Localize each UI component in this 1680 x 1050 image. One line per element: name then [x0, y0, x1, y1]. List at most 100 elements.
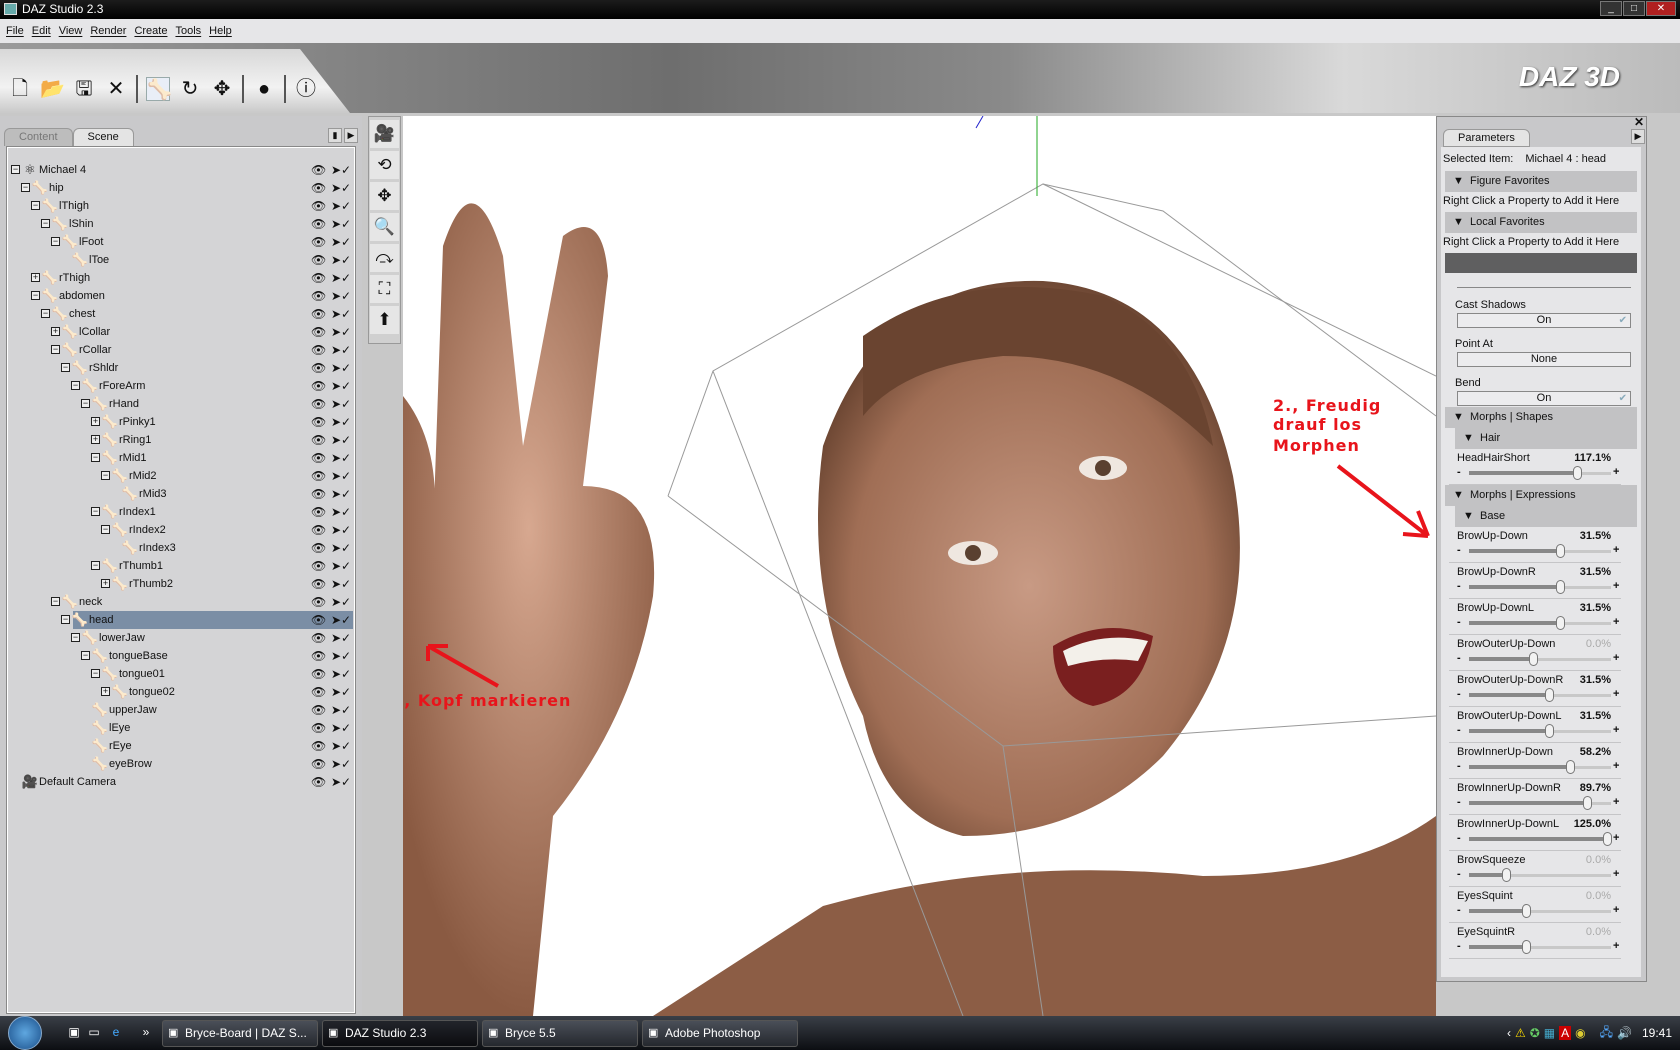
- visibility-eye-icon[interactable]: 👁: [311, 341, 326, 359]
- close-window-button[interactable]: ✕: [1646, 1, 1676, 16]
- decrement-button[interactable]: -: [1457, 760, 1461, 772]
- selectable-cursor-icon[interactable]: ➤✓: [331, 665, 351, 683]
- morph-slider[interactable]: [1469, 544, 1611, 558]
- collapse-icon[interactable]: −: [51, 345, 60, 354]
- volume-icon[interactable]: 🔊: [1617, 1026, 1632, 1040]
- collapse-icon[interactable]: −: [91, 453, 100, 462]
- morph-slider[interactable]: [1469, 796, 1611, 810]
- expand-icon[interactable]: +: [101, 687, 110, 696]
- tree-item-rthumb2[interactable]: + 🦴 rThumb2 👁 ➤✓: [7, 575, 353, 593]
- tree-item-rthumb1[interactable]: − 🦴 rThumb1 👁 ➤✓: [7, 557, 353, 575]
- increment-button[interactable]: +: [1613, 652, 1619, 664]
- morph-slider[interactable]: [1469, 688, 1611, 702]
- selectable-cursor-icon[interactable]: ➤✓: [331, 503, 351, 521]
- increment-button[interactable]: +: [1613, 580, 1619, 592]
- morphs-expressions-header[interactable]: ▼ Morphs | Expressions: [1445, 485, 1637, 506]
- visibility-eye-icon[interactable]: 👁: [311, 287, 326, 305]
- decrement-button[interactable]: -: [1457, 466, 1461, 478]
- close-icon[interactable]: ✕: [104, 77, 128, 101]
- visibility-eye-icon[interactable]: 👁: [311, 395, 326, 413]
- decrement-button[interactable]: -: [1457, 832, 1461, 844]
- selectable-cursor-icon[interactable]: ➤✓: [331, 269, 351, 287]
- visibility-eye-icon[interactable]: 👁: [311, 251, 326, 269]
- orbit-icon[interactable]: ⟲: [370, 151, 399, 179]
- point-at-field[interactable]: None: [1457, 352, 1631, 367]
- start-button[interactable]: [8, 1016, 42, 1050]
- tree-item-rindex3[interactable]: 🦴 rIndex3 👁 ➤✓: [7, 539, 353, 557]
- tree-item-rring1[interactable]: + 🦴 rRing1 👁 ➤✓: [7, 431, 353, 449]
- collapse-icon[interactable]: −: [41, 309, 50, 318]
- visibility-eye-icon[interactable]: 👁: [311, 701, 326, 719]
- tree-item-ltoe[interactable]: 🦴 lToe 👁 ➤✓: [7, 251, 353, 269]
- morph-value[interactable]: 31.5%: [1580, 710, 1611, 722]
- selectable-cursor-icon[interactable]: ➤✓: [331, 683, 351, 701]
- minimize-button[interactable]: _: [1600, 1, 1622, 16]
- more-icon[interactable]: »: [138, 1025, 154, 1041]
- visibility-eye-icon[interactable]: 👁: [311, 431, 326, 449]
- home-icon[interactable]: ⬆: [370, 306, 399, 334]
- menu-view[interactable]: View: [59, 19, 83, 43]
- 3d-viewport[interactable]: 1., Kopf markieren 2., Freudig drauf los…: [403, 116, 1436, 1016]
- morph-value[interactable]: 125.0%: [1574, 818, 1611, 830]
- tree-item-reye[interactable]: 🦴 rEye 👁 ➤✓: [7, 737, 353, 755]
- tab-content[interactable]: Content: [4, 128, 73, 146]
- collapse-icon[interactable]: −: [51, 597, 60, 606]
- tree-item-hip[interactable]: − 🦴 hip 👁 ➤✓: [7, 179, 353, 197]
- visibility-eye-icon[interactable]: 👁: [311, 467, 326, 485]
- selectable-cursor-icon[interactable]: ➤✓: [331, 629, 351, 647]
- visibility-eye-icon[interactable]: 👁: [311, 611, 326, 629]
- tree-item-rcollar[interactable]: − 🦴 rCollar 👁 ➤✓: [7, 341, 353, 359]
- increment-button[interactable]: +: [1613, 832, 1619, 844]
- selectable-cursor-icon[interactable]: ➤✓: [331, 179, 351, 197]
- pin-icon[interactable]: ▮: [328, 128, 342, 143]
- collapse-icon[interactable]: −: [31, 201, 40, 210]
- visibility-eye-icon[interactable]: 👁: [311, 413, 326, 431]
- show-desktop-icon[interactable]: ▣: [66, 1025, 82, 1041]
- help-icon[interactable]: ⓘ: [294, 77, 318, 101]
- tree-item-head[interactable]: − 🦴 head 👁 ➤✓: [7, 611, 353, 629]
- selectable-cursor-icon[interactable]: ➤✓: [331, 593, 351, 611]
- antivirus-icon[interactable]: A: [1559, 1026, 1572, 1040]
- collapse-icon[interactable]: −: [101, 471, 110, 480]
- increment-button[interactable]: +: [1613, 760, 1619, 772]
- selectable-cursor-icon[interactable]: ➤✓: [331, 449, 351, 467]
- panel-menu-arrow-icon[interactable]: ▶: [344, 128, 358, 143]
- decrement-button[interactable]: -: [1457, 868, 1461, 880]
- tree-item-rshldr[interactable]: − 🦴 rShldr 👁 ➤✓: [7, 359, 353, 377]
- visibility-eye-icon[interactable]: 👁: [311, 233, 326, 251]
- expand-icon[interactable]: +: [51, 327, 60, 336]
- new-file-icon[interactable]: 🗋: [8, 77, 32, 101]
- visibility-eye-icon[interactable]: 👁: [311, 485, 326, 503]
- warning-icon[interactable]: ⚠: [1515, 1026, 1526, 1040]
- taskbar-item-ie[interactable]: ▣ Bryce-Board | DAZ S...: [162, 1020, 318, 1047]
- slider-thumb[interactable]: [1555, 580, 1565, 594]
- decrement-button[interactable]: -: [1457, 652, 1461, 664]
- visibility-eye-icon[interactable]: 👁: [311, 665, 326, 683]
- selectable-cursor-icon[interactable]: ➤✓: [331, 251, 351, 269]
- menu-file[interactable]: File: [6, 19, 24, 43]
- visibility-eye-icon[interactable]: 👁: [311, 359, 326, 377]
- collapse-icon[interactable]: −: [41, 219, 50, 228]
- decrement-button[interactable]: -: [1457, 940, 1461, 952]
- morph-value[interactable]: 0.0%: [1586, 926, 1611, 938]
- tree-item-rindex1[interactable]: − 🦴 rIndex1 👁 ➤✓: [7, 503, 353, 521]
- morph-slider[interactable]: [1469, 940, 1611, 954]
- selectable-cursor-icon[interactable]: ➤✓: [331, 413, 351, 431]
- bank-icon[interactable]: ⤼: [370, 244, 399, 272]
- collapse-icon[interactable]: −: [11, 165, 20, 174]
- close-icon[interactable]: ✕: [1634, 115, 1644, 129]
- visibility-eye-icon[interactable]: 👁: [311, 521, 326, 539]
- visibility-eye-icon[interactable]: 👁: [311, 593, 326, 611]
- increment-button[interactable]: +: [1613, 904, 1619, 916]
- visibility-eye-icon[interactable]: 👁: [311, 161, 326, 179]
- selectable-cursor-icon[interactable]: ➤✓: [331, 161, 351, 179]
- selectable-cursor-icon[interactable]: ➤✓: [331, 539, 351, 557]
- base-header[interactable]: ▼ Base: [1455, 506, 1637, 527]
- update-icon[interactable]: ✪: [1530, 1026, 1540, 1040]
- selectable-cursor-icon[interactable]: ➤✓: [331, 611, 351, 629]
- tree-item-rforearm[interactable]: − 🦴 rForeArm 👁 ➤✓: [7, 377, 353, 395]
- ie-quicklaunch-icon[interactable]: e: [108, 1025, 124, 1041]
- increment-button[interactable]: +: [1613, 796, 1619, 808]
- selectable-cursor-icon[interactable]: ➤✓: [331, 521, 351, 539]
- cast-shadows-field[interactable]: On ✔: [1457, 313, 1631, 328]
